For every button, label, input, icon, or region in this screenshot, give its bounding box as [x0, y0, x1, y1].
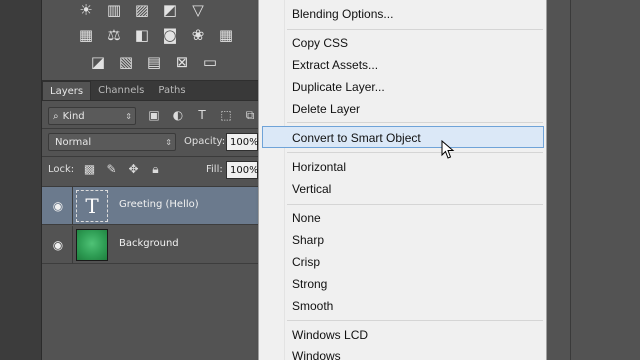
menu-item-extract-assets[interactable]: Extract Assets... [292, 58, 378, 72]
balance-icon[interactable]: ⚖ [104, 25, 124, 45]
blend-mode-value: Normal [55, 136, 92, 148]
eye-icon[interactable]: ◉ [50, 199, 66, 213]
search-icon: ⌕ [53, 110, 59, 122]
selective-icon[interactable]: ⊠ [172, 52, 192, 72]
updown-chevron-icon: ⇕ [165, 137, 172, 147]
vibrance-icon[interactable]: ▦ [76, 25, 96, 45]
menu-separator [287, 320, 543, 321]
adjustments-panel: ☀ ▥ ▨ ◩ ▽ ▦ ⚖ ◧ ◙ ❀ ▦ ◪ ▧ ▤ ⊠ ▭ [42, 0, 258, 80]
menu-item-delete-layer[interactable]: Delete Layer [292, 102, 360, 116]
menu-item-strong[interactable]: Strong [292, 277, 327, 291]
sun-icon[interactable]: ☀ [76, 0, 96, 20]
menu-item-windows[interactable]: Windows [292, 349, 341, 360]
tab-layers[interactable]: Layers [42, 81, 92, 100]
canvas-area [547, 0, 640, 360]
panel-tabs: Layers Channels Paths [42, 81, 258, 101]
camera-icon[interactable]: ◙ [160, 25, 180, 45]
menu-item-copy-css[interactable]: Copy CSS [292, 36, 348, 50]
layer-name: Background [119, 238, 179, 249]
gradient-icon[interactable]: ▭ [200, 52, 220, 72]
tab-paths[interactable]: Paths [151, 81, 192, 100]
context-menu: Blending Options... Copy CSS Extract Ass… [258, 0, 547, 360]
shape-filter-icon[interactable]: ⬚ [218, 107, 234, 123]
menu-item-windows-lcd[interactable]: Windows LCD [292, 328, 368, 342]
menu-item-blending-options[interactable]: Blending Options... [292, 7, 393, 21]
background-layer-thumbnail [76, 229, 108, 261]
lock-all-icon[interactable]: 🔒︎ [148, 161, 163, 177]
exposure-icon[interactable]: ◩ [160, 0, 180, 20]
opacity-input[interactable]: 100% [226, 133, 259, 151]
triangle-icon[interactable]: ▽ [188, 0, 208, 20]
layer-name: Greeting (Hello) [119, 199, 199, 210]
levels-icon[interactable]: ▥ [104, 0, 124, 20]
divider [42, 128, 258, 129]
bw-icon[interactable]: ◧ [132, 25, 152, 45]
type-filter-icon[interactable]: T [194, 107, 210, 123]
menu-item-convert-smart-object[interactable]: Convert to Smart Object [292, 131, 421, 145]
menu-item-horizontal[interactable]: Horizontal [292, 160, 346, 174]
image-filter-icon[interactable]: ▣ [146, 107, 162, 123]
layers-panel: Layers Channels Paths ⌕ Kind ⇕ ▣ ◐ T ⬚ ⧉… [42, 80, 259, 360]
divider [72, 187, 73, 225]
invert-icon[interactable]: ◪ [88, 52, 108, 72]
lock-image-icon[interactable]: ✎ [104, 161, 119, 177]
adjustments-row-3: ◪ ▧ ▤ ⊠ ▭ [88, 52, 220, 72]
filter-icons: ▣ ◐ T ⬚ ⧉ [146, 107, 258, 123]
layer-row-greeting[interactable]: ◉ T Greeting (Hello) [42, 187, 258, 225]
adjustments-row-1: ☀ ▥ ▨ ◩ ▽ [76, 0, 208, 20]
text-layer-thumbnail: T [76, 190, 108, 222]
menu-separator [287, 204, 543, 205]
left-toolbar-edge [0, 0, 42, 360]
updown-chevron-icon: ⇕ [125, 111, 132, 121]
lock-transparency-icon[interactable]: ▩ [82, 161, 97, 177]
menu-item-smooth[interactable]: Smooth [292, 299, 333, 313]
blend-mode-select[interactable]: Normal ⇕ [48, 133, 176, 151]
curves-icon[interactable]: ▨ [132, 0, 152, 20]
layer-row-background[interactable]: ◉ Background [42, 226, 258, 264]
mixer-icon[interactable]: ❀ [188, 25, 208, 45]
divider [42, 156, 258, 157]
threshold-icon[interactable]: ▤ [144, 52, 164, 72]
menu-item-duplicate-layer[interactable]: Duplicate Layer... [292, 80, 385, 94]
menu-item-vertical[interactable]: Vertical [292, 182, 331, 196]
divider [570, 0, 571, 360]
divider [72, 226, 73, 264]
menu-separator [287, 29, 543, 30]
eye-icon[interactable]: ◉ [50, 238, 66, 252]
lock-position-icon[interactable]: ✥ [126, 161, 141, 177]
adjustments-row-2: ▦ ⚖ ◧ ◙ ❀ ▦ [76, 25, 236, 45]
fill-label: Fill: [206, 164, 223, 175]
menu-item-sharp[interactable]: Sharp [292, 233, 324, 247]
opacity-label: Opacity: [184, 136, 226, 147]
lock-label: Lock: [48, 164, 75, 175]
tab-channels[interactable]: Channels [91, 81, 151, 100]
filter-kind-select[interactable]: ⌕ Kind ⇕ [48, 107, 136, 125]
menu-item-crisp[interactable]: Crisp [292, 255, 320, 269]
lock-icons: ▩ ✎ ✥ 🔒︎ [82, 161, 163, 177]
menu-item-none[interactable]: None [292, 211, 321, 225]
filter-kind-label: Kind [62, 110, 85, 122]
mouse-cursor-icon [441, 140, 455, 159]
menu-separator [287, 122, 543, 123]
menu-separator [287, 152, 543, 153]
adjustment-filter-icon[interactable]: ◐ [170, 107, 186, 123]
fill-input[interactable]: 100% [226, 161, 259, 179]
menu-gutter [284, 0, 285, 360]
posterize-icon[interactable]: ▧ [116, 52, 136, 72]
grid-icon[interactable]: ▦ [216, 25, 236, 45]
smart-object-filter-icon[interactable]: ⧉ [242, 107, 258, 123]
